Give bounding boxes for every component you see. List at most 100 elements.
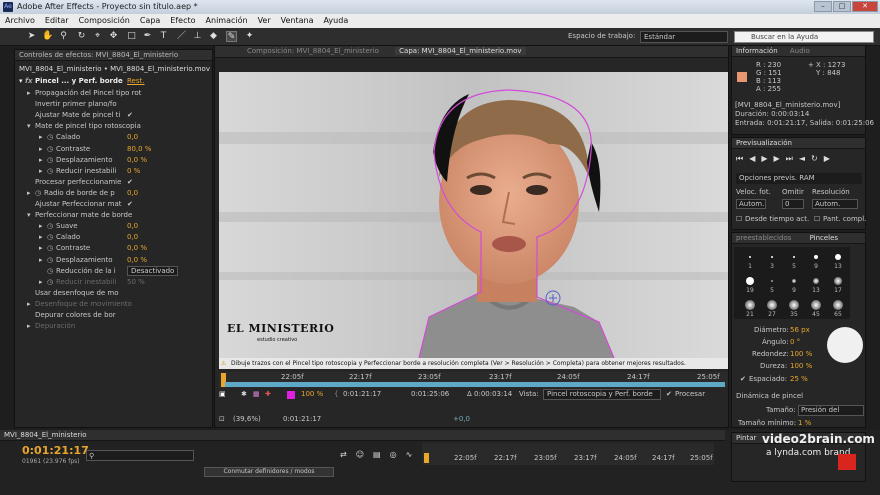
fullscreen-checkbox[interactable]: ☐ [814,214,820,225]
twirl-icon[interactable]: ▸ [39,277,47,288]
spacing-checkbox[interactable]: ✔ [740,374,746,385]
property-value[interactable]: 0,0 [127,188,138,199]
last-frame-icon[interactable]: ⏭ [786,154,793,164]
stopwatch-icon[interactable]: ◷ [47,155,56,166]
switches-modes-toggle[interactable]: Conmutar definidores / modos [204,467,334,477]
effect-property-row[interactable]: ▸ Propagación del Pincel tipo rot [27,88,141,99]
selection-tool-icon[interactable]: ➤ [26,31,37,42]
minimize-button[interactable]: – [814,1,832,12]
property-value[interactable]: ✔ [127,177,133,188]
prev-frame-icon[interactable]: ◀ [749,154,755,164]
property-value[interactable]: 80,0 % [127,144,151,155]
roto-brush-tool-icon[interactable]: ✎ [226,31,237,42]
current-time[interactable]: 0:01:21:17 [283,414,321,425]
effect-property-row[interactable]: ▸ ◷ Contraste [39,144,90,155]
menu-archivo[interactable]: Archivo [0,14,40,28]
stopwatch-icon[interactable]: ◷ [47,221,56,232]
next-frame-icon[interactable]: ▶ [774,154,780,164]
property-value[interactable]: 0,0 % [127,255,147,266]
tab-audio[interactable]: Audio [790,47,810,55]
twirl-icon[interactable]: ▸ [27,88,35,99]
effect-property-row[interactable]: ▸ ◷ Reducir inestabili [39,277,116,288]
effect-property-row[interactable]: ▸ ◷ Suave [39,221,78,232]
brush-preset[interactable]: 9 [786,275,802,297]
layer-end-time[interactable]: 0:01:25:06 [411,389,449,400]
brush-preset[interactable]: 35 [786,299,802,321]
twirl-icon[interactable]: ▸ [39,221,47,232]
effect-property-row[interactable]: ▸ Depuración [27,321,75,332]
timeline-playhead[interactable] [424,453,429,463]
tab-composition[interactable]: Composición: MVI_8804_El_ministerio [247,47,379,55]
size-select[interactable]: Presión del [798,405,864,416]
channel-icon[interactable]: ✱ [241,389,247,400]
twirl-icon[interactable]: ▸ [27,188,35,199]
effect-property-row[interactable]: ▸ ◷ Reducir inestabili [39,166,116,177]
reset-link[interactable]: Rest. [127,76,144,87]
brush-preset[interactable]: 65 [830,299,846,321]
text-tool-icon[interactable]: T [158,31,169,42]
comp-mini-flowchart-icon[interactable]: ⇄ [340,450,347,459]
effect-property-row[interactable]: ▸ ◷ Desplazamiento [39,255,113,266]
fx-icon[interactable]: fx [25,77,33,85]
effect-property-row[interactable]: Ajustar Perfeccionar mat [27,199,122,210]
play-icon[interactable]: ▶ [761,154,767,164]
brush-preset[interactable]: 21 [742,299,758,321]
effect-property-row[interactable]: ▾ Mate de pincel tipo rotoscopia [27,121,141,132]
help-search-input[interactable]: Buscar en la Ayuda [734,31,874,43]
brush-preset[interactable]: 5 [764,275,780,297]
brush-preset[interactable]: 5 [786,251,802,273]
magnification-select[interactable]: (39,6%) [233,414,261,425]
brush-preset[interactable]: 45 [808,299,824,321]
effect-header[interactable]: ▾ fx Pincel ... y Perf. borde [19,76,123,87]
camera-tool-icon[interactable]: ⌖ [92,31,103,42]
graph-editor-icon[interactable]: ∿ [406,450,413,459]
render-checkbox[interactable]: ✔ [666,389,672,400]
close-button[interactable]: ✕ [852,1,878,12]
resolution-select[interactable]: Autom. [812,199,858,209]
effect-property-row[interactable]: ◷ Reducción de la i [39,266,116,277]
property-value[interactable]: 0,0 % [127,243,147,254]
twirl-icon[interactable]: ▸ [39,255,47,266]
pan-behind-tool-icon[interactable]: ✥ [108,31,119,42]
brush-preset[interactable]: 13 [808,275,824,297]
tab-preview[interactable]: Previsualización [736,139,792,147]
tab-presets[interactable]: preestablecidos [736,234,791,242]
brush-preset[interactable]: 1 [742,251,758,273]
property-value[interactable]: 0,0 % [127,155,147,166]
motion-blur-icon[interactable]: ◎ [390,450,397,459]
brush-tool-icon[interactable]: ／ [176,31,187,42]
stopwatch-icon[interactable]: ◷ [47,144,56,155]
effect-controls-tab[interactable]: Controles de efectos: MVI_8804_El_minist… [15,50,212,61]
expand-icon[interactable]: ▾ [19,77,23,85]
layer-time-ruler[interactable]: 22:05f 22:17f 23:05f 23:17f 24:05f 24:17… [219,372,728,388]
effect-property-row[interactable]: Usar desenfoque de mo [27,288,119,299]
twirl-icon[interactable]: ▾ [27,210,35,221]
timeline-timecode[interactable]: 0:01:21:17 [22,444,89,457]
brush-preset[interactable]: 27 [764,299,780,321]
zoom-tool-icon[interactable]: ⚲ [58,31,69,42]
stopwatch-icon[interactable]: ◷ [47,255,56,266]
from-current-checkbox[interactable]: ☐ [736,214,742,225]
brush-preset[interactable]: 17 [830,275,846,297]
twirl-icon[interactable]: ▾ [27,121,35,132]
effect-property-row[interactable]: Depurar colores de bor [27,310,116,321]
effect-property-row[interactable]: Procesar perfeccionamie [27,177,121,188]
twirl-icon[interactable]: ▸ [39,155,47,166]
angle-value[interactable]: 0 ° [790,337,800,348]
magnification-icon[interactable]: ⊡ [219,414,225,425]
menu-editar[interactable]: Editar [40,14,74,28]
frame-blending-icon[interactable]: ▤ [373,450,381,459]
twirl-icon[interactable]: ▸ [39,144,47,155]
mute-icon[interactable]: ◄ [799,154,805,164]
brush-preset[interactable]: 13 [830,251,846,273]
menu-capa[interactable]: Capa [135,14,165,28]
layer-start-time[interactable]: 0:01:21:17 [343,389,381,400]
fps-select[interactable]: Autom. [736,199,766,209]
twirl-icon[interactable]: ▸ [39,232,47,243]
ram-options-select[interactable]: Opciones previs. RAM [736,173,862,184]
work-area-bar[interactable] [225,382,725,387]
exposure-offset[interactable]: +0,0 [453,414,470,425]
twirl-icon[interactable]: ▸ [39,243,47,254]
stopwatch-icon[interactable]: ◷ [47,132,56,143]
property-value[interactable]: 0 % [127,166,140,177]
